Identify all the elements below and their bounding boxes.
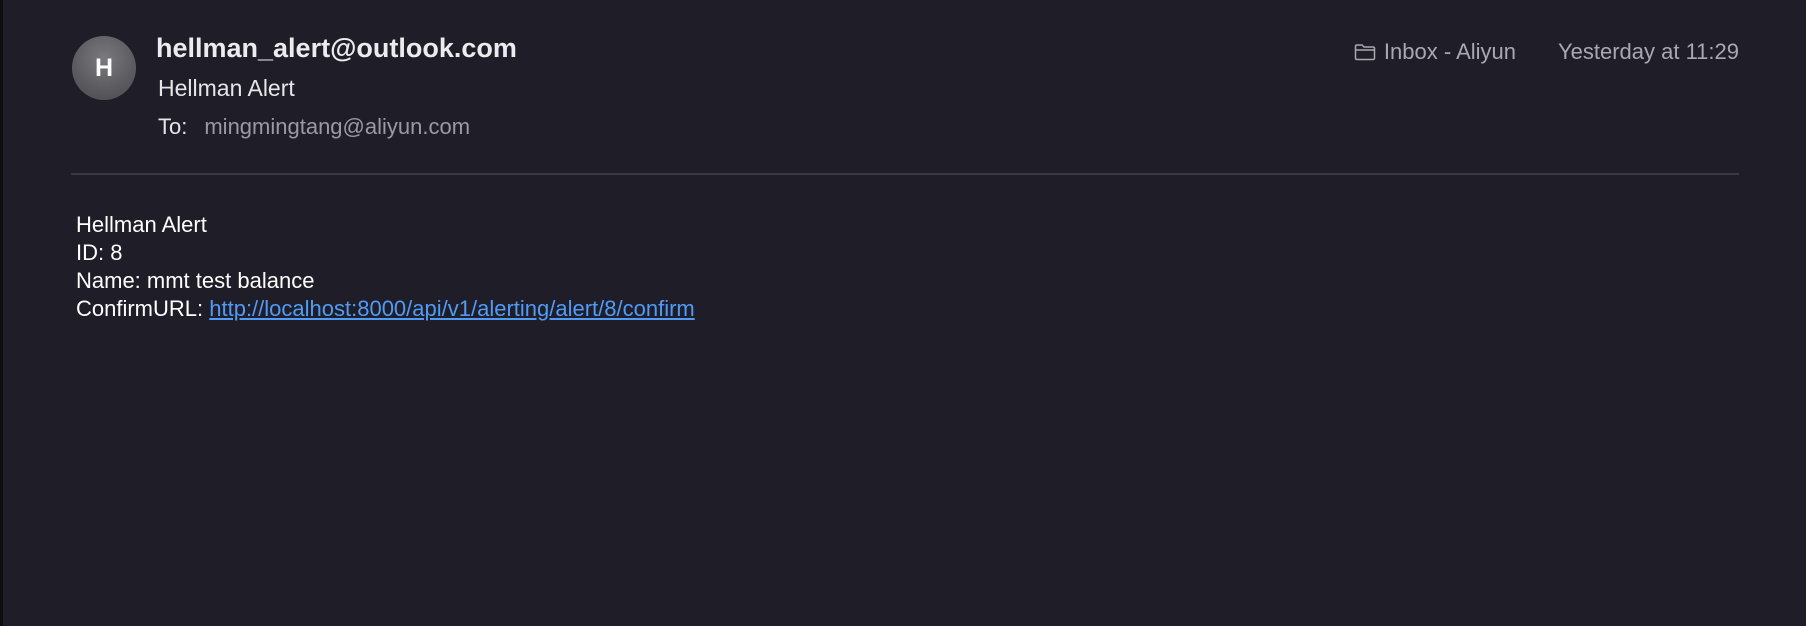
mailbox-label[interactable]: Inbox - Aliyun: [1354, 39, 1516, 65]
avatar: H: [72, 36, 136, 100]
recipient-address[interactable]: mingmingtang@aliyun.com: [204, 114, 470, 140]
recipient-row: To: mingmingtang@aliyun.com: [158, 114, 470, 140]
message-body: Hellman Alert ID: 8 Name: mmt test balan…: [76, 211, 695, 323]
mailbox-name: Inbox - Aliyun: [1383, 39, 1516, 64]
confirm-link[interactable]: http://localhost:8000/api/v1/alerting/al…: [209, 296, 695, 321]
folder-icon: [1354, 44, 1376, 61]
body-line-title: Hellman Alert: [76, 212, 207, 237]
to-label: To:: [158, 114, 188, 139]
confirm-label: ConfirmURL:: [76, 296, 210, 321]
body-line-name: Name: mmt test balance: [76, 268, 315, 293]
timestamp: Yesterday at 11:29: [1557, 39, 1739, 64]
window-edge: [0, 0, 3, 626]
sender-name: Hellman Alert: [158, 75, 295, 101]
body-line-id: ID: 8: [76, 240, 123, 265]
sender-email[interactable]: hellman_alert@outlook.com: [156, 33, 517, 64]
body-line-confirm: ConfirmURL: http://localhost:8000/api/v1…: [76, 295, 695, 323]
avatar-initial: H: [94, 53, 114, 82]
header-divider: [71, 173, 1739, 175]
